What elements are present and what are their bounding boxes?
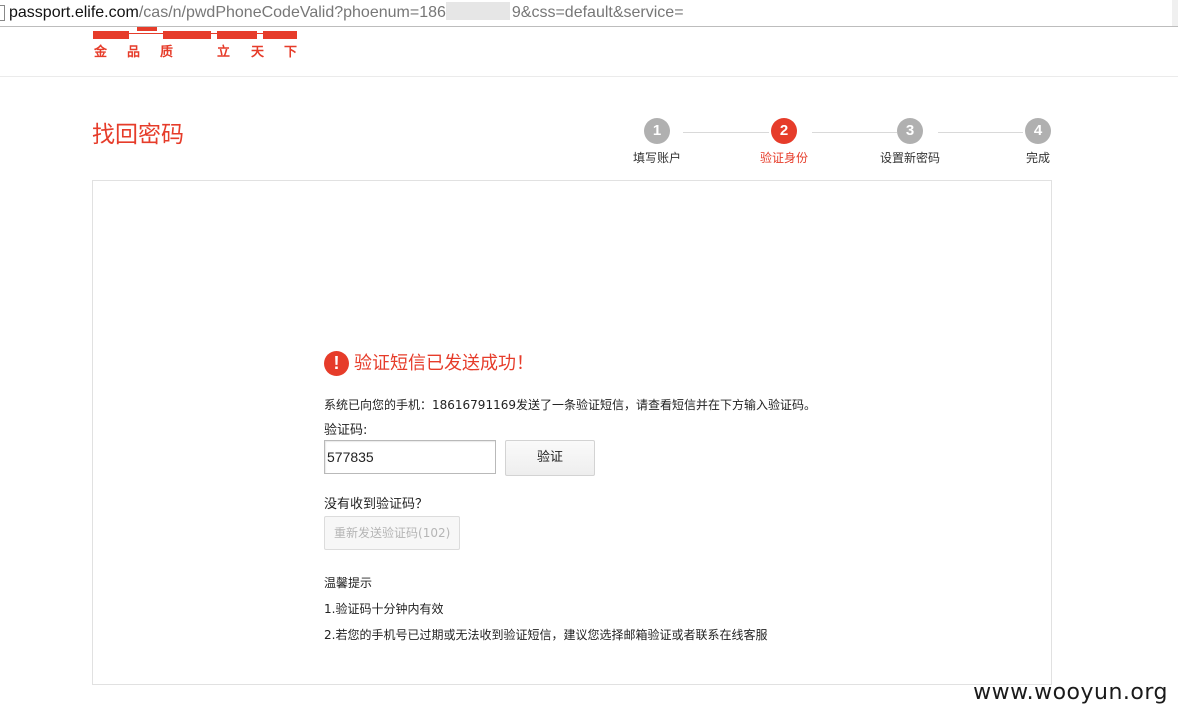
resend-label: 重新发送验证码 [334,526,419,540]
step-number: 2 [771,118,797,144]
success-notice: ! 验证短信已发送成功！ [324,350,944,380]
step-2: 2 验证身份 [744,118,824,166]
slogan-char: 金 [94,45,108,60]
slogan-char: 下 [284,45,298,60]
resend-code-button[interactable]: 重新发送验证码(102) [324,516,461,550]
url-path-end: 9&css=default&service= [511,4,684,21]
site-header: 金 品 质 立 天 下 [0,27,1178,77]
step-number: 4 [1025,118,1051,144]
slogan-char: 天 [251,45,265,60]
slogan-char: 质 [160,45,174,60]
step-1: 1 填写账户 [617,118,697,166]
watermark: www.wooyun.org [973,680,1168,705]
tips-title: 温馨提示 [324,576,373,590]
step-number: 1 [644,118,670,144]
url-text[interactable]: passport.elife.com/cas/n/pwdPhoneCodeVal… [9,2,684,23]
verification-code-input[interactable] [324,440,496,474]
url-host: passport.elife.com [9,4,139,21]
slogan-char: 品 [127,45,141,60]
verification-panel: ! 验证短信已发送成功！ 系统已向您的手机：18616791169发送了一条验证… [92,180,1052,685]
url-path-start: /cas/n/pwdPhoneCodeValid?phoenum=186 [138,4,446,21]
redaction-mask [445,2,510,20]
code-label: 验证码: [324,423,368,438]
exclamation-icon: ! [324,351,349,376]
step-number: 3 [897,118,923,144]
step-4: 4 完成 [998,118,1078,166]
verification-content: ! 验证短信已发送成功！ 系统已向您的手机：18616791169发送了一条验证… [324,350,944,643]
resend-countdown: (102) [418,526,451,540]
address-bar[interactable]: passport.elife.com/cas/n/pwdPhoneCodeVal… [0,0,1178,27]
page-title: 找回密码 [92,122,184,148]
code-row: 验证 [324,440,944,478]
progress-stepper: 1 填写账户 2 验证身份 3 设置新密码 4 完成 [600,118,1060,168]
notice-title: 验证短信已发送成功！ [354,353,534,374]
page-icon [0,5,5,21]
step-label: 设置新密码 [879,151,940,165]
tip-item: 1.验证码十分钟内有效 [324,602,444,616]
step-label: 完成 [1025,151,1050,165]
step-3: 3 设置新密码 [870,118,950,166]
scrollbar[interactable] [1172,0,1178,26]
slogan-char: 立 [217,45,231,60]
no-code-label: 没有收到验证码？ [324,497,429,512]
step-label: 验证身份 [759,151,808,165]
step-label: 填写账户 [632,151,681,165]
notice-message: 系统已向您的手机：18616791169发送了一条验证短信，请查看短信并在下方输… [324,398,816,412]
tip-item: 2.若您的手机号已过期或无法收到验证短信，建议您选择邮箱验证或者联系在线客服 [324,628,768,642]
site-logo[interactable] [93,27,297,39]
verify-button[interactable]: 验证 [505,440,595,476]
